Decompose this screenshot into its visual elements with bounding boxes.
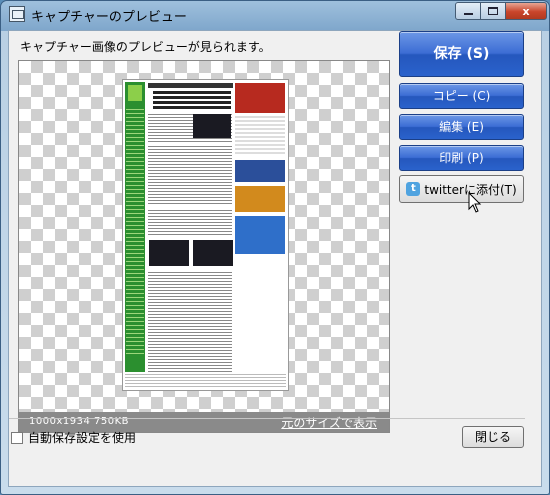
window-app-icon (9, 6, 25, 22)
original-size-link[interactable]: 元のサイズで表示 (281, 414, 377, 431)
preview-area[interactable]: 1000x1934 750KB 元のサイズで表示 (18, 60, 390, 433)
auto-save-checkbox[interactable] (11, 431, 23, 444)
save-button[interactable]: 保存 (S) (399, 31, 524, 77)
maximize-icon (488, 7, 498, 15)
twitter-icon: t (406, 182, 421, 196)
edit-button[interactable]: 編集 (E) (399, 114, 524, 140)
preview-window: キャプチャーのプレビュー x キャプチャー画像のプレビューが見られます。 100… (0, 0, 550, 495)
print-button[interactable]: 印刷 (P) (399, 145, 524, 171)
description-text: キャプチャー画像のプレビューが見られます。 (20, 40, 271, 54)
title-bar[interactable]: キャプチャーのプレビュー x (1, 1, 549, 29)
minimize-button[interactable] (455, 2, 481, 20)
mouse-cursor-icon (468, 192, 482, 213)
window-title: キャプチャーのプレビュー (31, 10, 187, 25)
maximize-button[interactable] (480, 2, 506, 20)
minimize-icon (463, 12, 473, 15)
close-window-button[interactable]: x (505, 2, 547, 20)
close-button[interactable]: 閉じる (462, 426, 524, 448)
footer-divider (9, 418, 525, 419)
auto-save-checkbox-row[interactable]: 自動保存設定を使用 (11, 429, 136, 446)
captured-page-thumbnail (122, 79, 289, 391)
twitter-attach-button[interactable]: t twitterに添付(T) (399, 175, 524, 203)
copy-button[interactable]: コピー (C) (399, 83, 524, 109)
auto-save-label: 自動保存設定を使用 (28, 431, 137, 445)
close-icon: x (522, 4, 530, 18)
